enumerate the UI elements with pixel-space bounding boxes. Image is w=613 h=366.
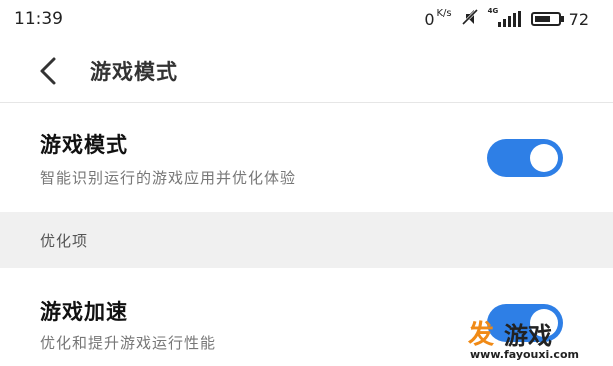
status-time: 11:39	[14, 9, 63, 29]
network-speed-unit: K/s	[436, 7, 452, 19]
battery-indicator: 72	[530, 9, 589, 29]
battery-percent: 72	[568, 9, 589, 29]
network-type: 4G	[487, 7, 499, 15]
game-mode-description: 智能识别运行的游戏应用并优化体验	[40, 169, 297, 187]
battery-icon	[530, 12, 561, 26]
watermark-text: 游戏	[504, 322, 552, 350]
game-boost-description: 优化和提升游戏运行性能	[40, 334, 217, 352]
watermark: 发 游戏 www.fayouxi.com	[468, 314, 613, 366]
section-label: 优化项	[40, 232, 89, 250]
page-header: 游戏模式	[0, 40, 613, 102]
watermark-url: www.fayouxi.com	[470, 348, 579, 361]
network-speed-value: 0	[424, 9, 435, 29]
game-boost-title: 游戏加速	[40, 300, 128, 324]
mute-icon	[461, 8, 478, 30]
back-icon[interactable]	[36, 56, 62, 86]
game-mode-title: 游戏模式	[40, 133, 128, 157]
status-icons: 0 K/s 4G 72	[424, 7, 589, 30]
watermark-logo: 发	[468, 320, 495, 350]
network-speed: 0 K/s	[424, 7, 452, 29]
status-bar: 11:39 0 K/s 4G 72	[0, 0, 613, 38]
signal-icon: 4G	[488, 7, 521, 27]
toggle-knob	[530, 144, 558, 172]
section-header: 优化项	[0, 212, 613, 268]
game-mode-row[interactable]: 游戏模式 智能识别运行的游戏应用并优化体验	[0, 103, 613, 212]
game-mode-toggle[interactable]	[487, 139, 563, 177]
page-title: 游戏模式	[90, 60, 178, 84]
